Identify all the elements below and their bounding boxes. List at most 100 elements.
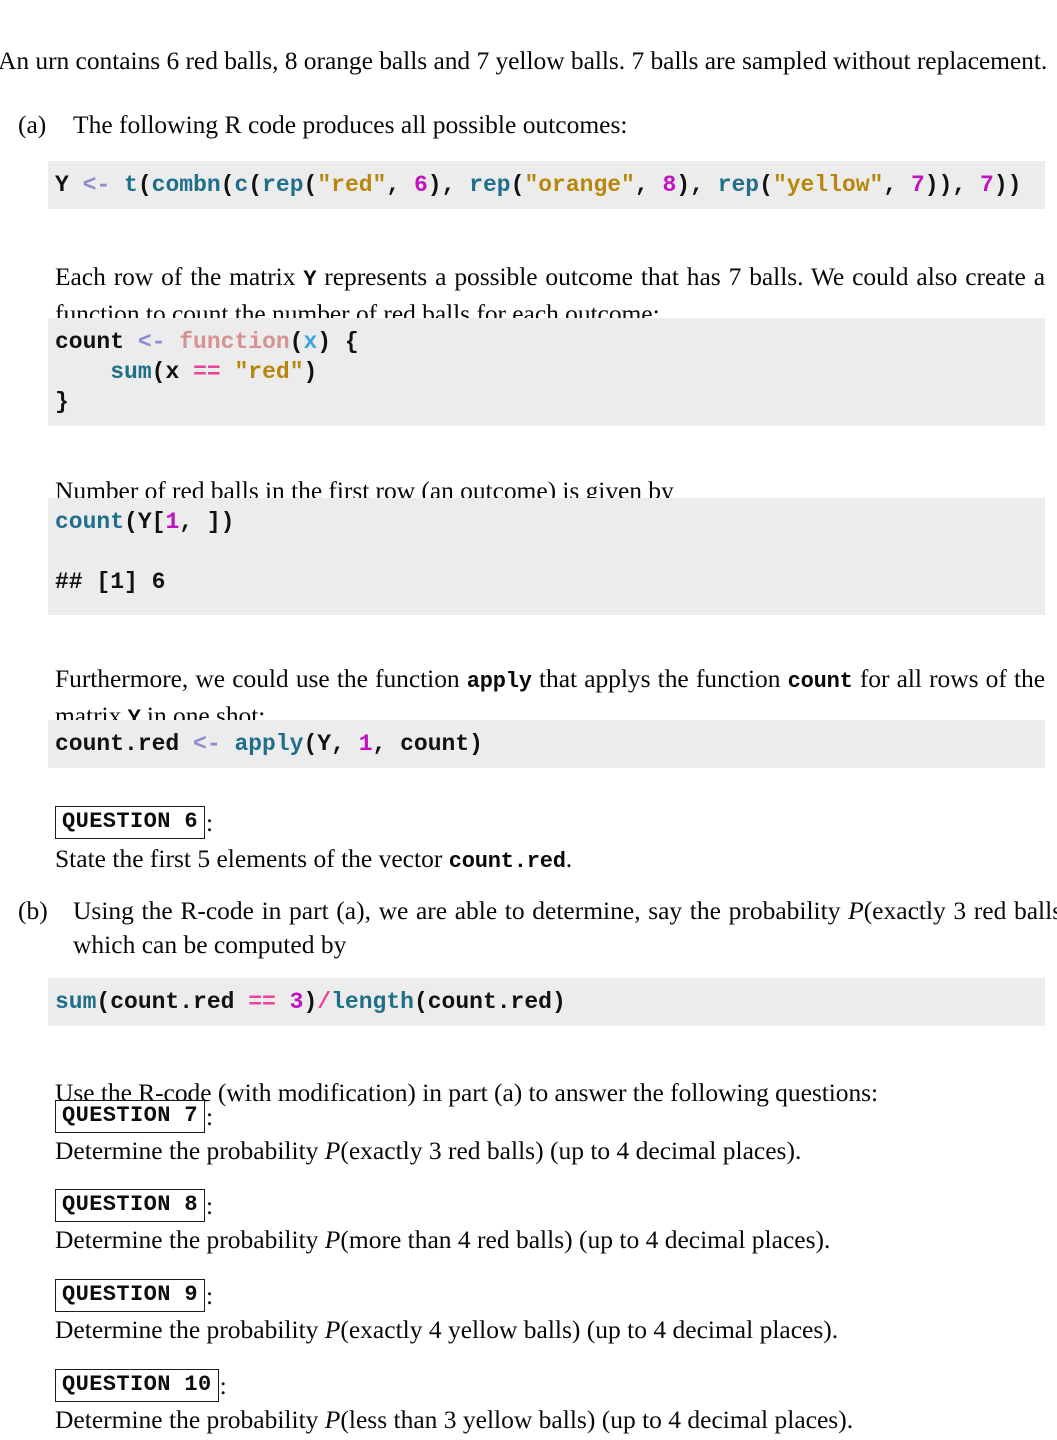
question-6-badge: QUESTION 6: [55,806,213,839]
code-token: ), [676,172,718,198]
document-page: An urn contains 6 red balls, 8 orange ba… [0,0,1057,1440]
math-symbol-P: P [324,1225,341,1254]
text-fragment: (less than 3 yellow balls) (up to 4 deci… [340,1405,854,1434]
code-token: ( [759,172,773,198]
code-token: c [234,172,249,198]
text-fragment: Using the R-code in part (a), we are abl… [73,896,849,925]
code-token: "orange" [524,172,635,198]
code-token: , count) [372,731,483,757]
question-badge-label: QUESTION 6 [55,806,206,839]
text-fragment: (exactly 3 red balls), [863,896,1057,925]
code-token: ( [510,172,525,198]
code-token: (count.red) [413,989,566,1015]
list-label-a: (a) [18,110,47,139]
question-10-text: Determine the probability P(less than 3 … [55,1403,853,1437]
math-symbol-P: P [324,1405,341,1434]
question-badge-colon: : [219,1370,227,1400]
code-token: ( [289,329,304,355]
code-token: x [303,329,318,355]
code-token: 8 [662,172,677,198]
code-token: 7 [980,172,994,198]
list-body-a: The following R code produces all possib… [73,110,628,139]
code-token: , [386,172,414,198]
question-badge-colon: : [206,1101,214,1131]
question-8-badge: QUESTION 8: [55,1189,213,1222]
code-token: ( [137,172,152,198]
code-token: "red" [317,172,387,198]
text-fragment: that applys the function [531,663,788,693]
code-token: "red" [234,359,304,385]
code-token: sum [55,989,97,1015]
question-badge-label: QUESTION 9 [55,1279,206,1312]
text-fragment: Determine the probability [55,1225,325,1254]
inline-code-apply: apply [466,668,532,694]
question-badge-label: QUESTION 10 [55,1369,219,1402]
question-badge-colon: : [206,1190,214,1220]
code-token: (Y, [303,731,359,757]
code-token: ) [303,989,318,1015]
question-badge-colon: : [206,807,214,837]
inline-code-count-red: count.red [448,849,566,874]
inline-code-count: count [787,668,853,694]
code-token: 1 [165,509,180,535]
question-10-badge: QUESTION 10: [55,1369,227,1402]
code-block-apply: count.red <- apply(Y, 1, count) [48,720,1045,768]
question-badge-label: QUESTION 7 [55,1100,206,1133]
list-body-b: Using the R-code in part (a), we are abl… [73,894,1057,962]
math-symbol-P: P [848,896,864,925]
code-token: ( [303,172,318,198]
code-token: (x [151,359,194,385]
question-7-badge: QUESTION 7: [55,1100,213,1133]
code-token: Y [55,172,83,198]
code-token: apply [234,731,304,757]
question-6-text: State the first 5 elements of the vector… [55,842,572,879]
text-fragment: Determine the probability [55,1315,325,1344]
text-fragment: Determine the probability [55,1136,325,1165]
code-token: sum [110,359,152,385]
code-token: , [883,172,911,198]
code-token: , [634,172,663,198]
question-7-text: Determine the probability P(exactly 3 re… [55,1134,801,1168]
code-token: count.red [55,731,194,757]
code-token: t [124,172,138,198]
code-token: 6 [413,172,428,198]
text-fragment: State the first 5 elements of the vector [55,844,449,873]
code-token: <- [193,731,235,757]
code-token: 3 [289,989,304,1015]
code-token: / [317,989,332,1015]
code-block-probability: sum(count.red == 3)/length(count.red) [48,978,1045,1026]
code-token: )), [924,172,980,198]
code-token: <- [82,172,125,198]
code-token: (Y[ [124,509,166,535]
code-token: )) [993,172,1022,198]
code-token: count [55,329,138,355]
code-token: function [179,329,290,355]
question-9-text: Determine the probability P(exactly 4 ye… [55,1313,838,1347]
code-token: == [248,989,276,1015]
text-fragment: (exactly 3 red balls) (up to 4 decimal p… [340,1136,802,1165]
code-token: ), [427,172,470,198]
text-fragment: Determine the probability [55,1405,325,1434]
math-symbol-P: P [324,1315,341,1344]
text-fragment: Furthermore, we could use the function [55,663,467,693]
code-token: ( [248,172,263,198]
code-token: "yellow" [772,172,884,198]
text-fragment: (exactly 4 yellow balls) (up to 4 decima… [340,1315,839,1344]
math-symbol-P: P [324,1136,341,1165]
question-badge-label: QUESTION 8 [55,1189,206,1222]
code-output-line: ## [1] 6 [55,569,166,595]
code-block-combn: Y <- t(combn(c(rep("red", 6), rep("orang… [48,161,1045,209]
question-badge-colon: : [206,1280,214,1310]
text-fragment: Each row of the matrix [55,261,304,291]
code-token: == [193,359,221,385]
text-fragment: (more than 4 red balls) (up to 4 decimal… [340,1225,831,1254]
code-token: count [55,509,125,535]
code-token: (count.red [96,989,249,1015]
list-label-b: (b) [18,896,48,925]
code-token: 7 [910,172,925,198]
code-block-count-function: count <- function(x) { sum(x == "red") } [48,318,1045,426]
intro-paragraph: An urn contains 6 red balls, 8 orange ba… [0,45,1048,75]
inline-code-Y: Y [303,266,317,292]
